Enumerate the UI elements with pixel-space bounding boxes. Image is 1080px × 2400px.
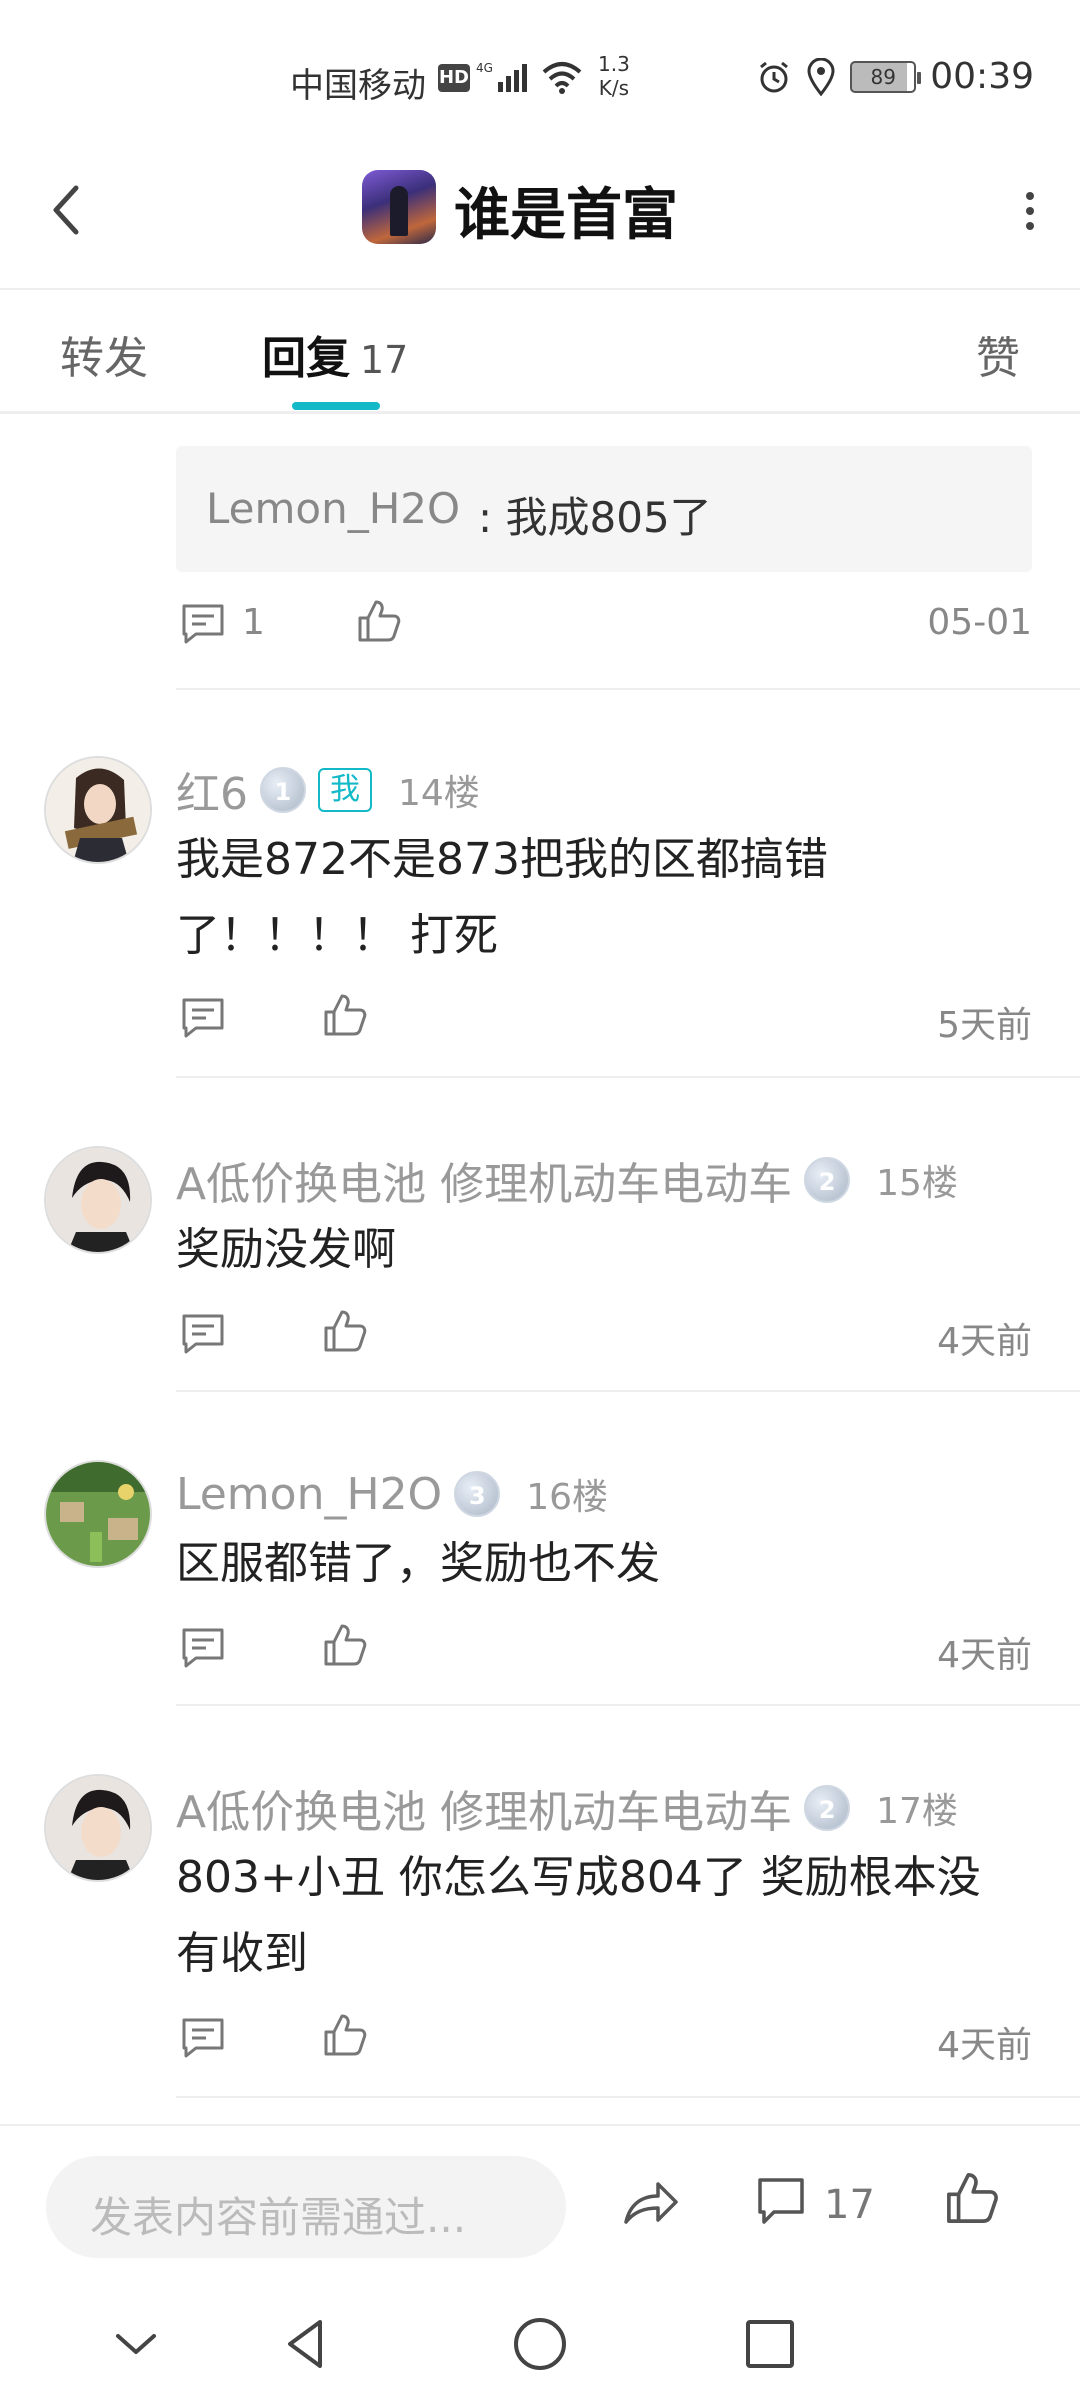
comment-meta: A低价换电池 修理机动车电动车 2 15楼 bbox=[176, 1150, 958, 1210]
user-name[interactable]: 红6 bbox=[176, 758, 248, 822]
comment-time: 4天前 bbox=[937, 1635, 1032, 1676]
quoted-text: : 我成805了 bbox=[478, 493, 712, 542]
comment-meta: Lemon_H2O 3 16楼 bbox=[176, 1464, 608, 1524]
comment-meta: A低价换电池 修理机动车电动车 2 17楼 bbox=[176, 1778, 958, 1838]
like-icon[interactable] bbox=[322, 1308, 368, 1354]
user-name[interactable]: A低价换电池 修理机动车电动车 bbox=[176, 1776, 792, 1840]
comment-icon[interactable] bbox=[180, 996, 226, 1040]
divider bbox=[176, 688, 1080, 690]
avatar[interactable] bbox=[44, 756, 152, 864]
hd-icon: HD bbox=[438, 64, 470, 92]
divider bbox=[176, 1390, 1080, 1392]
quoted-user-name[interactable]: Lemon_H2O bbox=[206, 484, 460, 533]
divider bbox=[176, 1704, 1080, 1706]
divider bbox=[176, 2096, 1080, 2098]
tab-reply[interactable]: 回复 17 bbox=[262, 322, 408, 386]
comment-actions: 4天前 bbox=[176, 1620, 1032, 1680]
avatar[interactable] bbox=[44, 1774, 152, 1882]
divider bbox=[176, 1076, 1080, 1078]
post-actions: 1 05-01 bbox=[176, 596, 1032, 656]
net-speed: 1.3 K/s bbox=[598, 52, 630, 100]
page-title: 谁是首富 bbox=[454, 183, 678, 248]
comment-time: 5天前 bbox=[937, 1005, 1032, 1046]
tab-reply-label: 回复 bbox=[262, 333, 350, 384]
comment-text: 奖励没发啊 bbox=[176, 1224, 396, 1275]
comment-text: 我是872不是873把我的区都搞错 了！！！！ 打死 bbox=[176, 834, 828, 961]
comment-count: 1 bbox=[242, 602, 265, 643]
comment-count: 17 bbox=[824, 2182, 875, 2228]
level-badge-icon: 1 bbox=[260, 767, 306, 813]
comment-meta: 红6 1 我 14楼 bbox=[176, 760, 480, 820]
comment-time: 4天前 bbox=[937, 2025, 1032, 2066]
status-bar: 中国移动 HD 4G 1.3 K/s 89 00:39 bbox=[0, 0, 1080, 150]
tab-forward[interactable]: 转发 bbox=[60, 322, 148, 386]
status-right: 89 00:39 bbox=[756, 56, 1034, 97]
tab-bar: 转发 回复 17 赞 bbox=[0, 290, 1080, 414]
chevron-down-icon[interactable] bbox=[106, 2314, 166, 2374]
level-badge-icon: 2 bbox=[804, 1785, 851, 1831]
comment-actions: 4天前 bbox=[176, 2010, 1032, 2070]
like-icon[interactable] bbox=[356, 598, 402, 644]
floor-number: 16楼 bbox=[526, 1477, 609, 1518]
battery-icon: 89 bbox=[850, 60, 922, 93]
comment-icon[interactable] bbox=[180, 602, 226, 646]
comment-text: 803+小丑 你怎么写成804了 奖励根本没 有收到 bbox=[176, 1852, 981, 1979]
back-arrow-icon[interactable] bbox=[44, 180, 94, 240]
share-icon[interactable] bbox=[620, 2176, 680, 2232]
system-nav-bar bbox=[0, 2288, 1080, 2400]
wifi-icon bbox=[542, 62, 582, 94]
comment-icon[interactable] bbox=[180, 2016, 226, 2060]
carrier-label: 中国移动 bbox=[290, 66, 426, 106]
like-icon[interactable] bbox=[322, 1622, 368, 1668]
app-icon bbox=[362, 170, 436, 244]
user-name[interactable]: A低价换电池 修理机动车电动车 bbox=[176, 1148, 792, 1212]
comment-icon[interactable] bbox=[180, 1626, 226, 1670]
title-bar: 谁是首富 bbox=[0, 150, 1080, 290]
like-icon[interactable] bbox=[322, 2012, 368, 2058]
avatar[interactable] bbox=[44, 1146, 152, 1254]
comment-actions: 4天前 bbox=[176, 1306, 1032, 1366]
signal-icon: 4G bbox=[476, 61, 527, 92]
tab-like[interactable]: 赞 bbox=[976, 322, 1020, 386]
like-icon[interactable] bbox=[944, 2170, 1000, 2226]
floor-number: 15楼 bbox=[876, 1163, 958, 1204]
floor-number: 17楼 bbox=[876, 1791, 958, 1832]
location-icon bbox=[807, 57, 835, 96]
like-icon[interactable] bbox=[322, 992, 368, 1038]
nav-home-icon[interactable] bbox=[510, 2314, 570, 2374]
comment-text: 区服都错了，奖励也不发 bbox=[176, 1538, 660, 1589]
comment-input-placeholder: 发表内容前需通过... bbox=[90, 2193, 467, 2242]
clock: 00:39 bbox=[930, 56, 1034, 97]
level-badge-icon: 3 bbox=[454, 1471, 501, 1517]
nav-recents-icon[interactable] bbox=[740, 2314, 800, 2374]
svg-text:4G: 4G bbox=[476, 61, 493, 75]
nav-back-icon[interactable] bbox=[276, 2314, 336, 2374]
comment-icon[interactable] bbox=[180, 1312, 226, 1356]
tab-reply-count: 17 bbox=[360, 338, 409, 382]
comment-actions: 5天前 bbox=[176, 990, 1032, 1050]
level-badge-icon: 2 bbox=[804, 1157, 851, 1203]
avatar[interactable] bbox=[44, 1460, 152, 1568]
post-time: 05-01 bbox=[927, 602, 1032, 643]
more-options-icon[interactable] bbox=[1020, 186, 1040, 236]
me-badge: 我 bbox=[318, 768, 372, 812]
comment-icon[interactable] bbox=[756, 2176, 806, 2226]
comment-input[interactable]: 发表内容前需通过... bbox=[46, 2156, 566, 2258]
bottom-input-bar: 发表内容前需通过... 17 bbox=[0, 2124, 1080, 2288]
user-name[interactable]: Lemon_H2O bbox=[176, 1469, 442, 1520]
alarm-icon bbox=[760, 61, 789, 92]
tab-indicator bbox=[292, 402, 380, 410]
comment-time: 4天前 bbox=[937, 1321, 1032, 1362]
quoted-reply[interactable]: Lemon_H2O : 我成805了 bbox=[176, 446, 1032, 572]
floor-number: 14楼 bbox=[398, 773, 480, 814]
